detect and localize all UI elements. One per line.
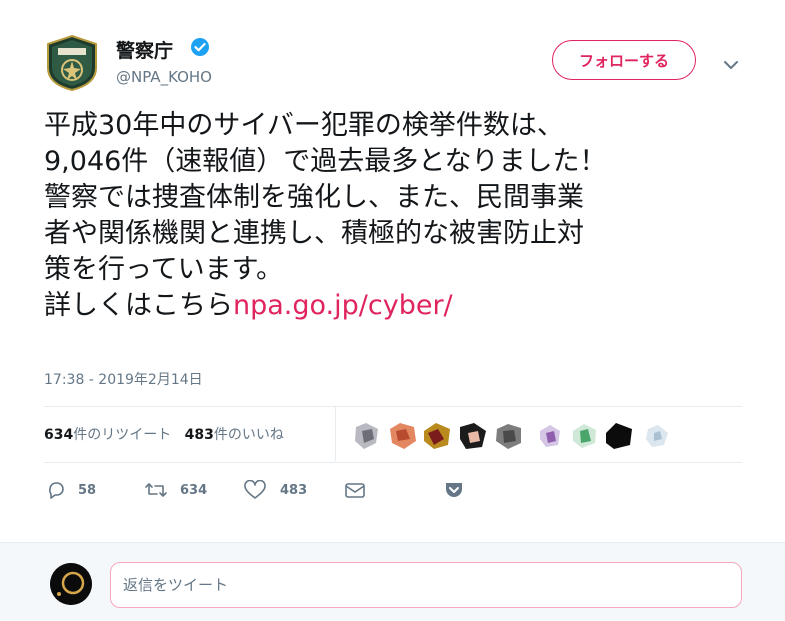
stats-separator bbox=[335, 407, 336, 461]
engagement-stats: 634件のリツイート 483件のいいね bbox=[44, 424, 284, 444]
liker-avatar[interactable] bbox=[494, 421, 524, 451]
pocket-icon bbox=[444, 480, 464, 500]
retweet-stat-count: 634 bbox=[44, 427, 74, 443]
liker-avatar[interactable] bbox=[642, 421, 672, 451]
tweet-link[interactable]: npa.go.jp/cyber/ bbox=[233, 290, 453, 321]
reply-count: 58 bbox=[78, 482, 97, 498]
tweet-text-prefix: 詳しくはこちら bbox=[44, 290, 233, 321]
tweet-line: 平成30年中のサイバー犯罪の検挙件数は、 bbox=[44, 110, 564, 141]
liker-avatar[interactable] bbox=[352, 421, 382, 451]
retweet-count: 634 bbox=[180, 482, 208, 498]
retweet-stat[interactable]: 634件のリツイート bbox=[44, 427, 171, 443]
tweet-line: 9,046件（速報値）で過去最多となりました！ bbox=[44, 146, 607, 177]
like-stat-label: 件のいいね bbox=[213, 427, 284, 443]
reply-icon bbox=[46, 480, 66, 500]
liker-avatar[interactable] bbox=[388, 421, 418, 451]
envelope-icon bbox=[344, 480, 366, 500]
divider bbox=[44, 462, 742, 463]
tweet-line: 策を行っています。 bbox=[44, 254, 283, 285]
heart-icon bbox=[244, 480, 266, 500]
reply-button[interactable]: 58 bbox=[46, 480, 96, 500]
current-user-avatar[interactable] bbox=[50, 563, 92, 605]
like-stat-count: 483 bbox=[184, 427, 214, 443]
follow-button[interactable]: フォローする bbox=[552, 40, 696, 80]
liker-avatar[interactable] bbox=[604, 421, 634, 451]
tweet-timestamp[interactable]: 17:38 - 2019年2月14日 bbox=[44, 369, 203, 389]
liker-avatar[interactable] bbox=[458, 421, 488, 451]
liker-avatar[interactable] bbox=[422, 421, 452, 451]
author-avatar[interactable] bbox=[46, 34, 98, 92]
author-display-name[interactable]: 警察庁 bbox=[116, 36, 173, 63]
chevron-down-icon[interactable] bbox=[722, 56, 740, 69]
verified-badge-icon bbox=[190, 37, 210, 57]
author-handle[interactable]: @NPA_KOHO bbox=[116, 68, 212, 86]
liker-avatar[interactable] bbox=[536, 421, 566, 451]
liker-avatar[interactable] bbox=[570, 421, 600, 451]
pocket-button[interactable] bbox=[444, 480, 464, 500]
like-stat[interactable]: 483件のいいね bbox=[185, 427, 284, 443]
retweet-stat-label: 件のリツイート bbox=[73, 427, 172, 443]
retweet-button[interactable]: 634 bbox=[144, 480, 207, 500]
direct-message-button[interactable] bbox=[344, 480, 366, 500]
reply-input[interactable] bbox=[110, 562, 742, 608]
tweet-line-last: 詳しくはこちらnpa.go.jp/cyber/ bbox=[44, 288, 764, 324]
like-count: 483 bbox=[280, 482, 308, 498]
tweet-text: 平成30年中のサイバー犯罪の検挙件数は、 9,046件（速報値）で過去最多となり… bbox=[44, 108, 764, 324]
tweet-line: 警察では捜査体制を強化し、また、民間事業 bbox=[44, 182, 584, 213]
tweet-line: 者や関係機関と連携し、積極的な被害防止対 bbox=[44, 218, 584, 249]
like-button[interactable]: 483 bbox=[244, 480, 307, 500]
retweet-icon bbox=[144, 480, 168, 500]
divider bbox=[44, 406, 742, 407]
